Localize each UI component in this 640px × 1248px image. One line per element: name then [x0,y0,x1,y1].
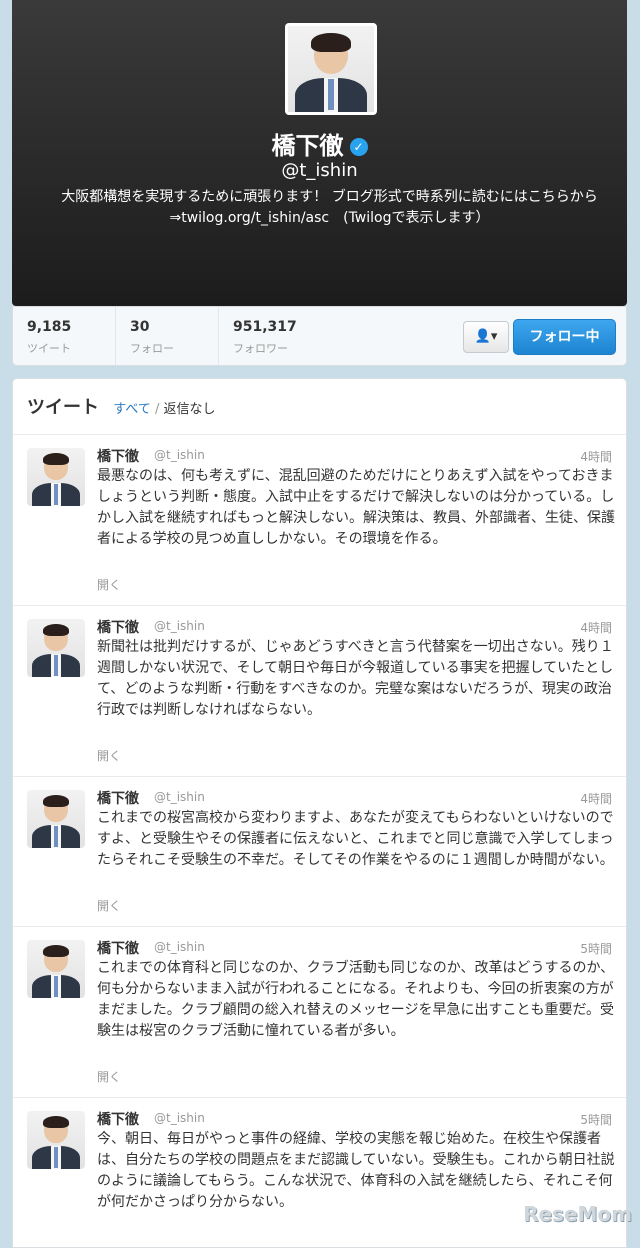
tweet-item[interactable]: 橋下徹 @t_ishin 5時間 これまでの体育科と同じなのか、クラブ活動も同じ… [13,926,626,1097]
tweet-text: これまでの桜宮高校から変わりますよ、あなたが変えてもらわないといけないのですよ、… [97,810,614,868]
profile-bio: 大阪都構想を実現するために頑張ります！ ブログ形式で時系列に読むにはこちらから⇒… [61,189,598,226]
stat-count: 951,317 [233,319,297,335]
timeline-filter: すべて / 返信なし [113,402,215,417]
filter-all-link[interactable]: すべて [113,402,151,417]
stat-label: ツイート [27,342,71,355]
timeline-header: ツイート すべて / 返信なし [27,393,216,419]
tweet-expand-link[interactable]: 開く [97,747,121,764]
tweet-avatar[interactable] [27,790,85,848]
tweet-timestamp[interactable]: 5時間 [580,1111,612,1128]
tweet-timestamp[interactable]: 4時間 [580,790,612,807]
tweet-timestamp[interactable]: 4時間 [580,619,612,636]
tweet-avatar[interactable] [27,940,85,998]
tweet-timestamp[interactable]: 4時間 [580,448,612,465]
profile-avatar[interactable] [285,23,377,115]
tweet-expand-link[interactable]: 開く [97,897,121,914]
avatar-photo [288,26,374,112]
following-button[interactable]: フォロー中 [513,319,616,355]
tweet-text: これまでの体育科と同じなのか、クラブ活動も同じなのか、改革はどうするのか、何も分… [97,960,615,1039]
tweet-text: 新聞社は批判だけするが、じゃあどうすべきと言う代替案を一切出さない。残り１週間し… [97,639,614,718]
tweet-author-name[interactable]: 橋下徹 [97,446,139,466]
tweet-author-name[interactable]: 橋下徹 [97,788,139,808]
tweet-timeline: ツイート すべて / 返信なし 橋下徹 @t_ishin 4時間 最悪なのは、何… [12,378,627,1248]
tweet-author-handle[interactable]: @t_ishin [154,619,205,633]
tweet-author-name[interactable]: 橋下徹 [97,1109,139,1129]
watermark-logo: ReseMom [523,1202,632,1226]
profile-header: 橋下徹 ✓ @t_ishin 大阪都構想を実現するために頑張ります！ ブログ形式で… [12,0,627,306]
stat-following[interactable]: 30 フォロー [116,307,219,365]
filter-no-replies: 返信なし [163,402,216,417]
tweet-text: 今、朝日、毎日がやっと事件の経緯、学校の実態を報じ始めた。在校生や保護者は、自分… [97,1131,615,1210]
stat-label: フォロワー [233,342,288,355]
tweet-list: 橋下徹 @t_ishin 4時間 最悪なのは、何も考えずに、混乱回避のためだけに… [13,434,626,1237]
tweet-author-handle[interactable]: @t_ishin [154,448,205,462]
stat-followers[interactable]: 951,317 フォロワー [219,307,349,365]
stat-count: 9,185 [27,319,72,335]
tweet-expand-link[interactable]: 開く [97,1068,121,1085]
tweet-author-handle[interactable]: @t_ishin [154,790,205,804]
stat-label: フォロー [130,342,174,355]
tweet-text: 最悪なのは、何も考えずに、混乱回避のためだけにとりあえず入試をやっておきましょう… [97,468,615,547]
profile-name-row: 橋下徹 ✓ [12,126,627,161]
profile-name: 橋下徹 [271,132,344,160]
tweet-item[interactable]: 橋下徹 @t_ishin 4時間 これまでの桜宮高校から変わりますよ、あなたが変… [13,776,626,926]
profile-handle: @t_ishin [281,160,358,181]
tweet-timestamp[interactable]: 5時間 [580,940,612,957]
stat-count: 30 [130,319,150,335]
tweet-avatar[interactable] [27,1111,85,1169]
user-actions-dropdown-button[interactable]: 👤▾ [463,321,509,353]
tweet-item[interactable]: 橋下徹 @t_ishin 4時間 最悪なのは、何も考えずに、混乱回避のためだけに… [13,434,626,605]
timeline-title: ツイート [27,397,99,418]
profile-stats-bar: 9,185 ツイート 30 フォロー 951,317 フォロワー 👤▾ フォロー… [12,306,627,366]
verified-badge-icon: ✓ [349,138,368,156]
tweet-expand-link[interactable]: 開く [97,576,121,593]
tweet-author-handle[interactable]: @t_ishin [154,1111,205,1125]
tweet-author-name[interactable]: 橋下徹 [97,938,139,958]
tweet-author-name[interactable]: 橋下徹 [97,617,139,637]
tweet-avatar[interactable] [27,619,85,677]
tweet-author-handle[interactable]: @t_ishin [154,940,205,954]
tweet-item[interactable]: 橋下徹 @t_ishin 4時間 新聞社は批判だけするが、じゃあどうすべきと言う… [13,605,626,776]
stat-tweets[interactable]: 9,185 ツイート [13,307,116,365]
filter-separator: / [155,402,160,417]
tweet-avatar[interactable] [27,448,85,506]
